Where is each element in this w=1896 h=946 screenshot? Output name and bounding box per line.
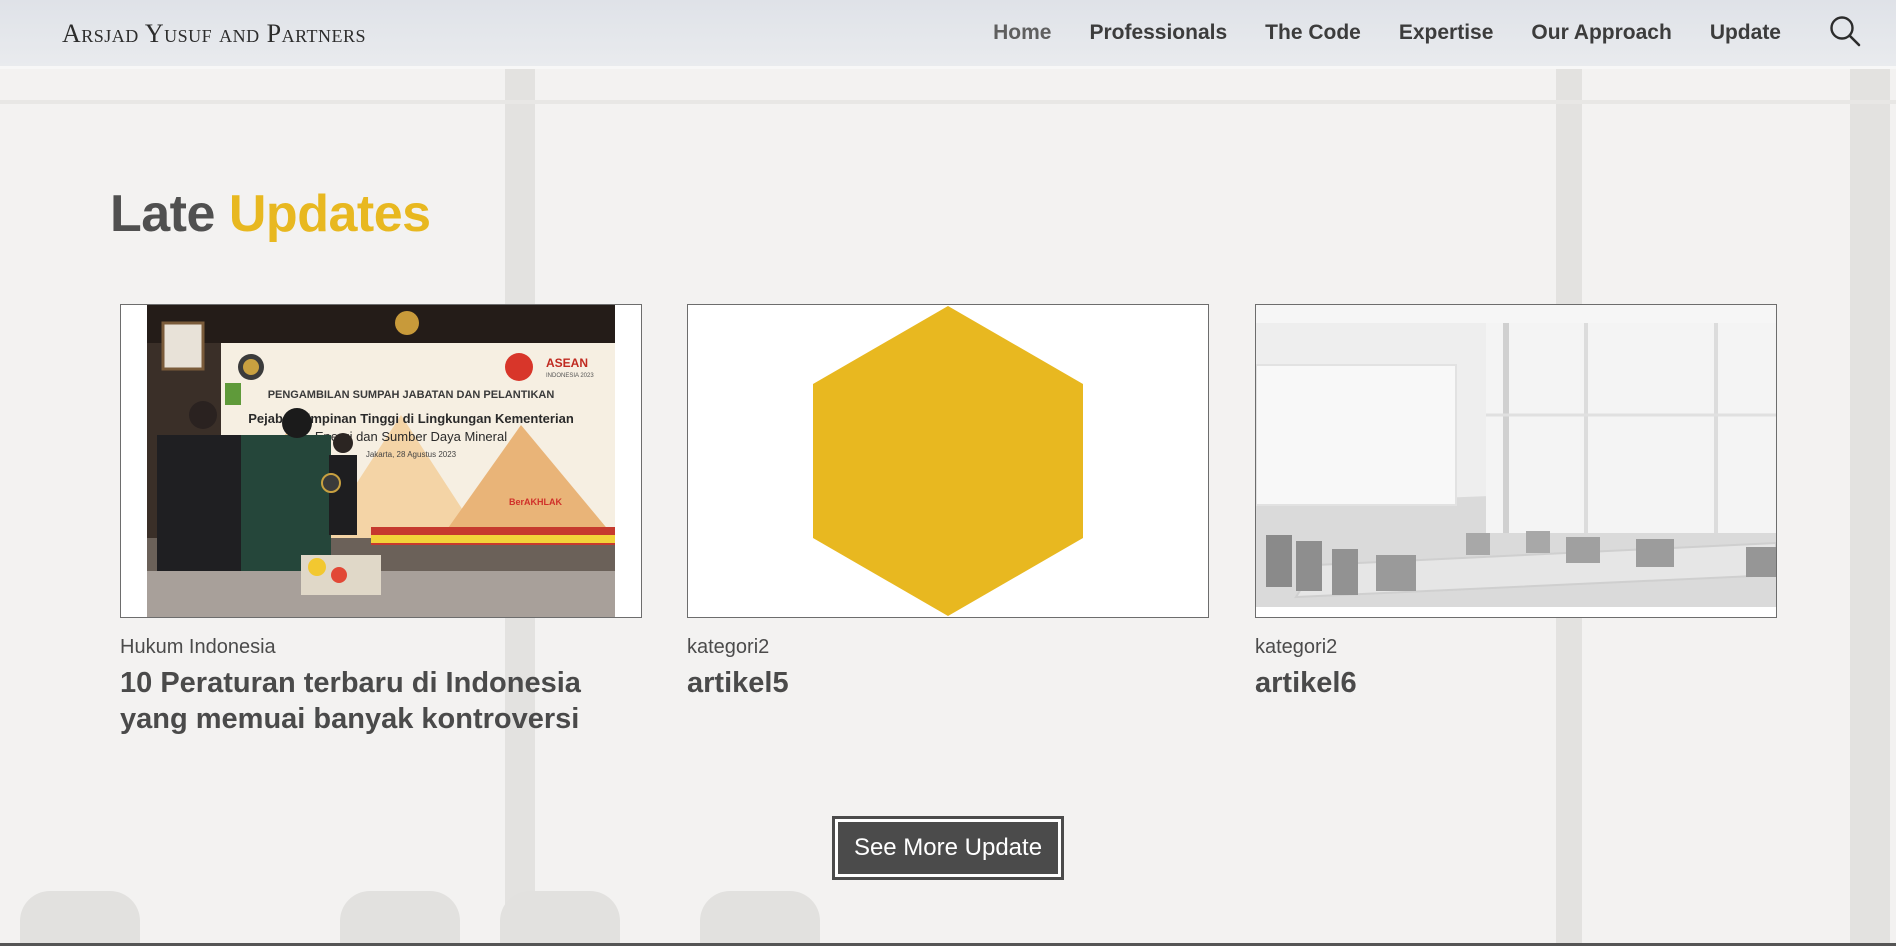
nav-expertise[interactable]: Expertise — [1380, 21, 1513, 45]
hexagon-image — [688, 305, 1208, 617]
berakhlak-tag: BerAKHLAK — [509, 497, 563, 507]
brand-logo[interactable]: Arsjad Yusuf and Partners — [62, 19, 366, 49]
card-category: kategori2 — [687, 636, 770, 658]
update-card[interactable]: kategori2 artikel6 — [1255, 304, 1777, 701]
nav-our-approach[interactable]: Our Approach — [1512, 21, 1690, 45]
card-title[interactable]: artikel6 — [1255, 665, 1777, 701]
search-icon[interactable] — [1828, 14, 1862, 48]
banner-line-1: PENGAMBILAN SUMPAH JABATAN DAN PELANTIKA… — [268, 389, 555, 401]
section-title-accent: Updates — [228, 185, 431, 243]
update-card[interactable]: PENGAMBILAN SUMPAH JABATAN DAN PELANTIKA… — [120, 304, 642, 737]
banner-date: Jakarta, 28 Agustus 2023 — [366, 450, 457, 459]
card-image[interactable] — [1255, 304, 1777, 618]
updates-section: Late Updates PENGAMBILAN SUMPAH JABATAN … — [0, 66, 1896, 946]
ceremony-photo: PENGAMBILAN SUMPAH JABATAN DAN PELANTIKA… — [121, 305, 641, 617]
meeting-room-photo — [1256, 305, 1776, 617]
section-title: Late Updates — [110, 184, 431, 244]
nav-update[interactable]: Update — [1691, 21, 1800, 45]
card-title[interactable]: 10 Peraturan terbaru di Indonesia yang m… — [120, 665, 642, 737]
asean-logo-sub: INDONESIA 2023 — [546, 373, 594, 379]
card-title[interactable]: artikel5 — [687, 665, 1209, 701]
main-nav: Home Professionals The Code Expertise Ou… — [974, 0, 1800, 66]
card-category: Hukum Indonesia — [120, 636, 276, 658]
asean-logo-text: ASEAN — [546, 356, 588, 370]
card-image[interactable]: PENGAMBILAN SUMPAH JABATAN DAN PELANTIKA… — [120, 304, 642, 618]
nav-the-code[interactable]: The Code — [1246, 21, 1380, 45]
site-header: Arsjad Yusuf and Partners Home Professio… — [0, 0, 1896, 69]
card-image[interactable] — [687, 304, 1209, 618]
section-title-plain: Late — [110, 185, 215, 243]
update-card[interactable]: kategori2 artikel5 — [687, 304, 1209, 701]
see-more-update-button[interactable]: See More Update — [832, 816, 1064, 880]
nav-home[interactable]: Home — [974, 21, 1070, 45]
card-category: kategori2 — [1255, 636, 1338, 658]
nav-professionals[interactable]: Professionals — [1070, 21, 1246, 45]
